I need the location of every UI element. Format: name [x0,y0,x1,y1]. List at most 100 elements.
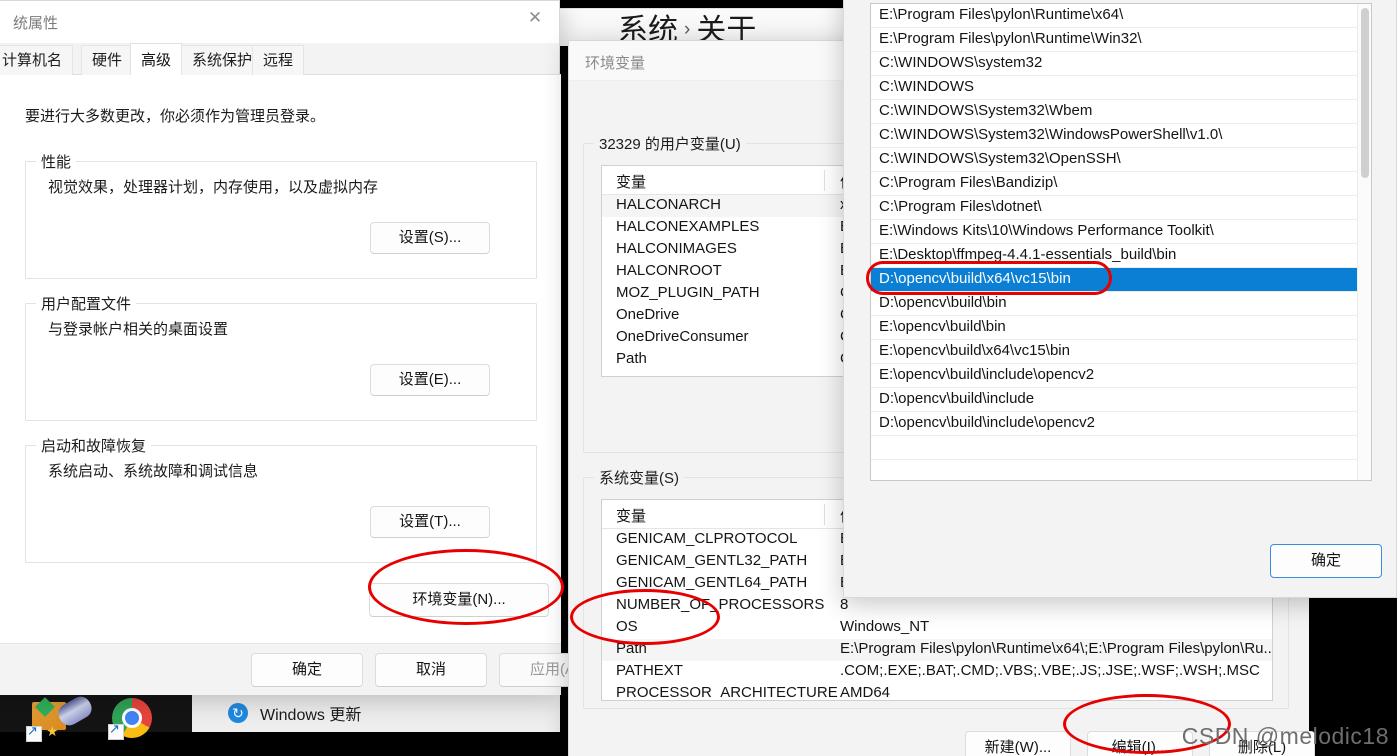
scrollbar-thumb[interactable] [1361,8,1369,178]
cancel-button[interactable]: 取消 [375,653,487,687]
environment-variables-title: 环境变量 [585,55,646,72]
list-item[interactable]: E:\opencv\build\include\opencv2 [871,364,1371,389]
startup-recovery-settings-button[interactable]: 设置(T)... [370,506,490,538]
user-profile-settings-button[interactable]: 设置(E)... [370,364,490,396]
user-profile-group: 用户配置文件 与登录帐户相关的桌面设置 设置(E)... [25,293,537,421]
tab-hardware[interactable]: 硬件 [81,45,134,75]
performance-group-text: 视觉效果，处理器计划，内存使用，以及虚拟内存 [48,179,379,196]
list-item[interactable] [871,460,1371,480]
environment-variables-button[interactable]: 环境变量(N)... [369,583,549,617]
list-item[interactable]: D:\opencv\build\bin [871,292,1371,317]
path-entry: C:\WINDOWS\system32 [879,54,1043,71]
table-row[interactable]: PATHEXT .COM;.EXE;.BAT;.CMD;.VBS;.VBE;.J… [602,661,1272,683]
column-header-variable[interactable]: 变量 [616,171,646,192]
path-entry: E:\opencv\build\x64\vc15\bin [879,342,1070,359]
table-row[interactable]: Path E:\Program Files\pylon\Runtime\x64\… [602,639,1272,661]
list-item[interactable]: C:\WINDOWS\System32\WindowsPowerShell\v1… [871,124,1371,149]
ok-button[interactable]: 确定 [251,653,363,687]
path-entry: E:\Windows Kits\10\Windows Performance T… [879,222,1214,239]
performance-group-label: 性能 [36,151,77,172]
variable-name: OneDriveConsumer [616,328,749,345]
variable-name: MOZ_PLUGIN_PATH [616,284,760,301]
system-properties-titlebar: 统属性 ✕ [0,1,559,43]
taskbar-item-label[interactable]: Windows 更新 [260,701,361,725]
list-item[interactable]: E:\opencv\build\x64\vc15\bin [871,340,1371,365]
system-properties-tabs: 计算机名 硬件 高级 系统保护 远程 [0,43,561,75]
variable-name: HALCONARCH [616,196,722,213]
list-item[interactable]: E:\Program Files\pylon\Runtime\x64\ [871,4,1371,29]
system-variables-group-label: 系统变量(S) [594,467,684,488]
path-entry: D:\opencv\build\bin [879,294,1007,311]
list-item[interactable]: C:\WINDOWS\System32\OpenSSH\ [871,148,1371,173]
list-item[interactable]: C:\WINDOWS\System32\Wbem [871,100,1371,125]
chevron-right-icon: › [684,19,691,40]
performance-settings-button[interactable]: 设置(S)... [370,222,490,254]
ok-button[interactable]: 确定 [1270,544,1382,578]
variable-name: OS [616,618,638,635]
variable-value: E:\Program Files\pylon\Runtime\x64\;E:\P… [840,640,1272,657]
variable-name: HALCONIMAGES [616,240,737,257]
table-row[interactable]: OS Windows_NT [602,617,1272,639]
list-item[interactable]: E:\Desktop\ffmpeg-4.4.1-essentials_build… [871,244,1371,269]
admin-notice: 要进行大多数更改，你必须作为管理员登录。 [25,108,326,125]
column-header-variable[interactable]: 变量 [616,505,646,526]
close-icon[interactable]: ✕ [513,1,557,35]
path-entries-list[interactable]: E:\Program Files\pylon\Runtime\x64\ E:\P… [870,3,1372,481]
path-entry: E:\Program Files\pylon\Runtime\Win32\ [879,30,1142,47]
variable-name: GENICAM_CLPROTOCOL [616,530,798,547]
system-properties-title: 统属性 [13,15,59,32]
variable-name: Path [616,640,647,657]
system-properties-dialog: 统属性 ✕ 计算机名 硬件 高级 系统保护 远程 要进行大多数更改，你必须作为管… [0,0,611,695]
list-item[interactable]: D:\opencv\build\include\opencv2 [871,412,1371,437]
system-properties-footer: 确定 取消 应用(A) [0,643,611,695]
startup-recovery-group: 启动和故障恢复 系统启动、系统故障和调试信息 设置(T)... [25,435,537,563]
list-item[interactable]: C:\WINDOWS [871,76,1371,101]
variable-name: GENICAM_GENTL64_PATH [616,574,808,591]
list-item[interactable]: D:\opencv\build\include [871,388,1371,413]
tab-advanced[interactable]: 高级 [130,43,183,75]
list-item[interactable] [871,436,1371,461]
tab-computer-name[interactable]: 计算机名 [0,45,74,75]
variable-name: Path [616,350,647,365]
path-entry: C:\WINDOWS [879,78,974,95]
tab-system-protection[interactable]: 系统保护 [181,45,264,75]
chrome-icon[interactable] [108,696,154,740]
user-profile-group-text: 与登录帐户相关的桌面设置 [48,321,229,338]
list-item[interactable]: E:\Program Files\pylon\Runtime\Win32\ [871,28,1371,53]
variable-name: GENICAM_GENTL32_PATH [616,552,808,569]
windows-update-icon: ↻ [228,703,248,723]
list-item[interactable]: E:\opencv\build\bin [871,316,1371,341]
path-entry: C:\Program Files\dotnet\ [879,198,1042,215]
path-entry: E:\opencv\build\bin [879,318,1006,335]
table-row[interactable]: NUMBER_OF_PROCESSORS 8 [602,595,1272,617]
table-row[interactable]: PROCESSOR_ARCHITECTURE AMD64 [602,683,1272,699]
list-item[interactable]: E:\Windows Kits\10\Windows Performance T… [871,220,1371,245]
variable-name: NUMBER_OF_PROCESSORS [616,596,825,613]
path-entry: E:\Program Files\pylon\Runtime\x64\ [879,6,1124,23]
variable-name: PATHEXT [616,662,683,679]
list-item[interactable]: C:\Program Files\Bandizip\ [871,172,1371,197]
variable-value: .COM;.EXE;.BAT;.CMD;.VBS;.VBE;.JS;.JSE;.… [840,662,1260,679]
list-item[interactable]: C:\Program Files\dotnet\ [871,196,1371,221]
watermark: CSDN @melodic18 [1181,723,1389,749]
new-button[interactable]: 新建(W)... [965,731,1071,756]
list-scrollbar[interactable] [1357,4,1371,480]
user-profile-group-label: 用户配置文件 [36,293,137,314]
tab-remote[interactable]: 远程 [252,45,305,75]
path-entry: C:\WINDOWS\System32\OpenSSH\ [879,150,1121,167]
path-entry: C:\Program Files\Bandizip\ [879,174,1058,191]
edit-button[interactable]: 编辑(I)... [1087,731,1193,756]
performance-group: 性能 视觉效果，处理器计划，内存使用，以及虚拟内存 设置(S)... [25,151,537,279]
variable-name: OneDrive [616,306,680,323]
variable-value: 8 [840,596,849,613]
variable-name: HALCONEXAMPLES [616,218,760,235]
variable-name: HALCONROOT [616,262,722,279]
pipe-icon[interactable] [54,692,98,740]
path-entry: E:\opencv\build\include\opencv2 [879,366,1095,383]
path-entry: C:\WINDOWS\System32\WindowsPowerShell\v1… [879,126,1223,143]
list-item-selected[interactable]: D:\opencv\build\x64\vc15\bin [871,268,1371,293]
list-item[interactable]: C:\WINDOWS\system32 [871,52,1371,77]
path-entry: C:\WINDOWS\System32\Wbem [879,102,1093,119]
system-properties-body: 要进行大多数更改，你必须作为管理员登录。 性能 视觉效果，处理器计划，内存使用，… [0,75,561,643]
variable-name: PROCESSOR_ARCHITECTURE [616,684,838,699]
